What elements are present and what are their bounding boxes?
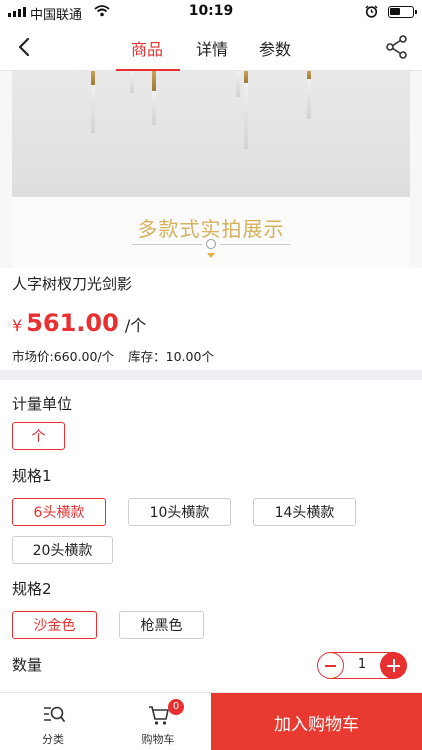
banner-caption: 多款式实拍展示 (12, 197, 410, 268)
cart-button[interactable]: 0 购物车 (108, 693, 208, 750)
cart-count-badge: 0 (168, 699, 184, 715)
quantity-value[interactable]: 1 (348, 657, 376, 672)
quantity-stepper: 1 (317, 652, 407, 679)
stock-info: 库存：10.00个 (128, 349, 214, 364)
spec1-label: 规格1 (12, 467, 52, 485)
share-icon[interactable] (384, 34, 410, 60)
spec1-option[interactable]: 6头横款 (12, 498, 106, 526)
meta-row: 市场价:660.00/个 库存：10.00个 (12, 346, 214, 365)
spec1-option[interactable]: 10头横款 (128, 498, 231, 526)
status-time: 10:19 (188, 3, 234, 19)
product-name: 人字树杈刀光剑影 (12, 275, 133, 293)
banner-circle (206, 239, 216, 249)
tab-details[interactable]: 详情 (196, 36, 228, 60)
spec1-option[interactable]: 14头横款 (253, 498, 356, 526)
battery-icon (388, 6, 417, 18)
unit-option[interactable]: 个 (12, 422, 65, 450)
category-label: 分类 (42, 733, 64, 746)
spec2-option[interactable]: 沙金色 (12, 611, 97, 639)
minus-icon[interactable] (317, 652, 344, 679)
category-button[interactable]: 分类 (3, 693, 103, 750)
cart-icon (149, 706, 169, 725)
quantity-label: 数量 (12, 656, 43, 674)
bottom-bar: 分类 0 购物车 加入购物车 (0, 692, 422, 750)
back-icon[interactable] (12, 34, 38, 60)
unit-label: 计量单位 (12, 395, 73, 413)
price-value: 561.00 (26, 309, 119, 337)
add-to-cart-button[interactable]: 加入购物车 (211, 693, 422, 750)
banner-arrow-icon (207, 253, 215, 258)
currency-symbol: ¥ (12, 316, 23, 335)
price-unit: /个 (124, 316, 147, 335)
category-search-icon (44, 706, 65, 722)
product-image[interactable]: 多款式实拍展示 (0, 71, 422, 268)
spec1-option[interactable]: 20头横款 (12, 536, 113, 564)
alarm-icon (365, 5, 378, 18)
spec2-option[interactable]: 枪黑色 (119, 611, 204, 639)
market-price: 市场价:660.00/个 (12, 349, 115, 364)
tab-product[interactable]: 商品 (131, 36, 163, 60)
spec2-label: 规格2 (12, 580, 52, 598)
nav-bar: 商品 详情 参数 (0, 24, 422, 71)
plus-icon[interactable] (380, 652, 407, 679)
chandelier-photo (12, 71, 410, 197)
tab-params[interactable]: 参数 (259, 36, 291, 60)
status-bar: 中国联通 10:19 (0, 0, 422, 24)
cart-label: 购物车 (141, 733, 175, 746)
product-detail-page: 中国联通 10:19 商品 详情 参数 多款式实拍展示 人字树杈刀光剑影 ¥ 5… (0, 0, 422, 750)
banner-text: 多款式实拍展示 (137, 217, 285, 241)
price-row: ¥ 561.00 /个 (12, 309, 146, 337)
section-divider (0, 370, 422, 380)
